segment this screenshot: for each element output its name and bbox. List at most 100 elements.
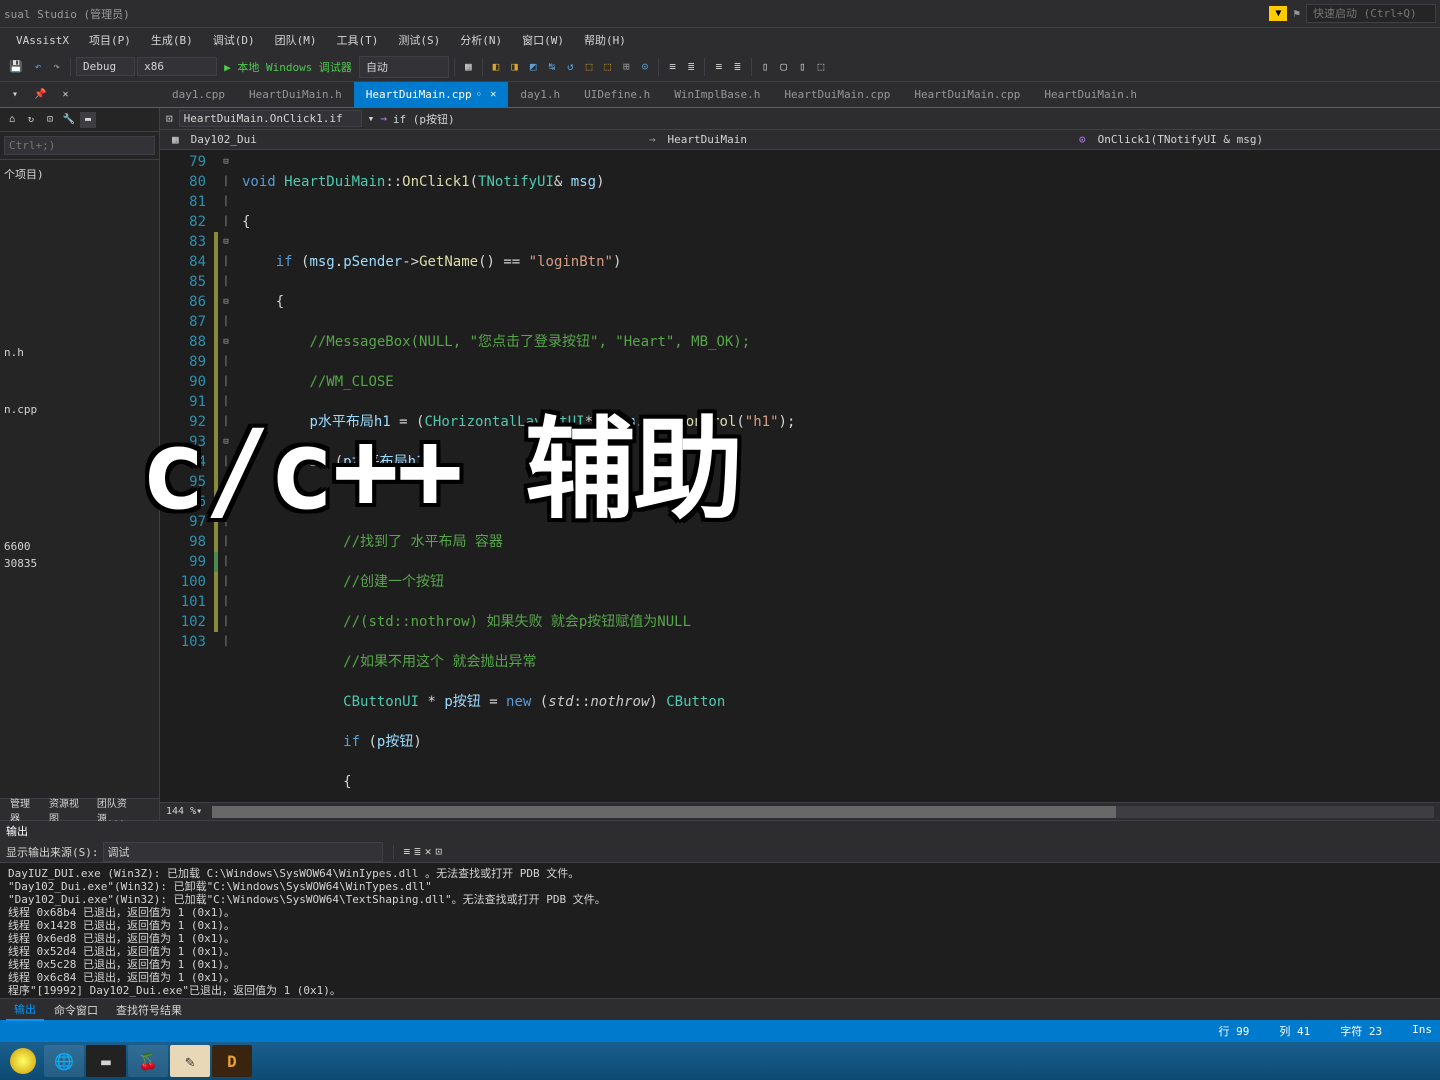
separator [751, 58, 752, 76]
menu-vassistx[interactable]: VAssistX [8, 32, 77, 49]
tab-output[interactable]: 输出 [6, 999, 44, 1021]
properties-icon[interactable]: ▬ [80, 112, 96, 128]
dropdown-icon[interactable]: ▾ [368, 112, 375, 125]
tab-winimplbase-h[interactable]: WinImplBase.h [662, 82, 772, 107]
document-tabs: ▾ 📌 ✕ day1.cpp HeartDuiMain.h HeartDuiMa… [0, 82, 1440, 108]
zoom-level[interactable]: 144 % [166, 806, 196, 817]
taskbar-app[interactable]: ✎ [170, 1045, 210, 1077]
menu-debug[interactable]: 调试(D) [205, 30, 263, 50]
taskbar-app[interactable]: D [212, 1045, 252, 1077]
status-col: 列 41 [1279, 1023, 1310, 1039]
toolbar-icon[interactable]: ≡ [710, 57, 727, 76]
filter-icon[interactable]: ⊡ [42, 112, 58, 128]
pin-icon[interactable]: 📌 [26, 87, 54, 102]
tab-day1-h[interactable]: day1.h [508, 82, 572, 107]
zoom-dropdown-icon[interactable]: ▾ [196, 806, 202, 817]
status-char: 字符 23 [1340, 1023, 1382, 1039]
project-icon: ▦ [166, 133, 185, 146]
toolbar-icon[interactable]: ▯ [794, 57, 811, 76]
tab-heartduimain-cpp[interactable]: HeartDuiMain.cpp◦✕ [354, 82, 509, 107]
menu-project[interactable]: 项目(P) [81, 30, 139, 50]
sidebar-item[interactable]: n.h [4, 344, 155, 361]
status-line: 行 99 [1219, 1023, 1250, 1039]
taskbar-app[interactable]: 🍒 [128, 1045, 168, 1077]
config-dropdown[interactable]: Debug [76, 57, 135, 76]
solution-root[interactable]: 个项目) [4, 164, 155, 184]
output-title: 输出 [0, 821, 1440, 841]
tab-modified-icon: ◦ [476, 88, 483, 101]
toolbar-icon[interactable]: ≣ [729, 57, 746, 76]
tab-heartduimain-cpp-2[interactable]: HeartDuiMain.cpp [772, 82, 902, 107]
auto-dropdown[interactable]: 自动 [359, 56, 449, 78]
close-icon[interactable]: ✕ [54, 87, 76, 102]
toolbar-icon[interactable]: ▯ [757, 57, 774, 76]
nav-class[interactable]: HeartDuiMain [661, 133, 752, 146]
output-icon[interactable]: ≣ [414, 845, 421, 858]
menu-team[interactable]: 团队(M) [267, 30, 325, 50]
notification-badge[interactable]: ▼ [1269, 6, 1287, 21]
quick-launch-input[interactable] [1306, 4, 1436, 23]
code-text-area[interactable]: 7980818283848586878889909192939495969798… [160, 150, 1440, 802]
toolbar-icon[interactable]: ↹ [543, 57, 560, 76]
tab-find-symbol[interactable]: 查找符号结果 [108, 1000, 190, 1020]
toolbar-icon[interactable]: ◨ [506, 57, 523, 76]
save-icon[interactable]: 💾 [4, 57, 28, 76]
toolbar-icon[interactable]: ⬚ [581, 57, 598, 76]
tab-heartduimain-cpp-3[interactable]: HeartDuiMain.cpp [902, 82, 1032, 107]
output-icon[interactable]: ⊡ [435, 845, 442, 858]
toolbar-icon[interactable]: ◧ [488, 57, 505, 76]
panel-dropdown-icon[interactable]: ▾ [4, 87, 26, 102]
tab-heartduimain-h[interactable]: HeartDuiMain.h [237, 82, 354, 107]
toolbar-icon[interactable]: ▦ [460, 57, 477, 76]
output-panel: 输出 显示输出来源(S): 调试 ≡ ≣ ✕ ⊡ DayIUZ_DUI.exe … [0, 820, 1440, 1020]
menu-analyze[interactable]: 分析(N) [452, 30, 510, 50]
nav-method[interactable]: OnClick1(TNotifyUI & msg) [1092, 133, 1270, 146]
toolbar-icon[interactable]: ⊙ [637, 57, 654, 76]
taskbar-app[interactable] [10, 1048, 36, 1074]
horizontal-scrollbar[interactable] [212, 806, 1434, 818]
platform-dropdown[interactable]: x86 [137, 57, 217, 76]
taskbar-app[interactable]: ▬ [86, 1045, 126, 1077]
output-text[interactable]: DayIUZ_DUI.exe (Win3Z): 已加载 C:\Windows\S… [0, 863, 1440, 998]
breadcrumb-expr[interactable]: if (p按钮) [393, 111, 455, 127]
tab-day1-cpp[interactable]: day1.cpp [160, 82, 237, 107]
redo-icon[interactable]: ↷ [48, 57, 65, 76]
toolbar-icon[interactable]: ⬚ [599, 57, 616, 76]
window-title: sual Studio (管理员) [4, 6, 130, 22]
tab-uidefine-h[interactable]: UIDefine.h [572, 82, 662, 107]
line-numbers: 7980818283848586878889909192939495969798… [160, 150, 214, 802]
menu-tools[interactable]: 工具(T) [328, 30, 386, 50]
fold-gutter[interactable]: ⊟│││⊟││⊟│⊟││││⊟││││││││││ [218, 150, 234, 802]
feedback-icon[interactable]: ⚑ [1293, 7, 1300, 20]
toolbar-icon[interactable]: ≡ [664, 57, 681, 76]
nav-project[interactable]: Day102_Dui [185, 133, 263, 146]
output-source-dropdown[interactable]: 调试 [103, 842, 383, 862]
wrench-icon[interactable]: 🔧 [61, 112, 77, 128]
menu-test[interactable]: 测试(S) [390, 30, 448, 50]
toolbar-icon[interactable]: ⊞ [618, 57, 635, 76]
taskbar-app[interactable]: 🌐 [44, 1045, 84, 1077]
menu-build[interactable]: 生成(B) [143, 30, 201, 50]
output-icon[interactable]: ✕ [425, 845, 432, 858]
toolbar-icon[interactable]: ⬚ [813, 57, 830, 76]
toolbar-icon[interactable]: ▢ [775, 57, 792, 76]
sidebar-item[interactable]: n.cpp [4, 401, 155, 418]
tab-command[interactable]: 命令窗口 [46, 1000, 106, 1020]
refresh-icon[interactable]: ↻ [23, 112, 39, 128]
tab-heartduimain-h-2[interactable]: HeartDuiMain.h [1032, 82, 1149, 107]
undo-icon[interactable]: ↶ [30, 57, 47, 76]
toolbar-icon[interactable]: ≣ [683, 57, 700, 76]
toolbar-icon[interactable]: ◩ [525, 57, 542, 76]
menu-help[interactable]: 帮助(H) [576, 30, 634, 50]
solution-search-input[interactable] [4, 136, 155, 155]
scope-dropdown[interactable]: HeartDuiMain.OnClick1.if [179, 110, 362, 127]
toolbar-icon[interactable]: ↺ [562, 57, 579, 76]
close-icon[interactable]: ✕ [490, 89, 496, 100]
separator [70, 58, 71, 76]
home-icon[interactable]: ⌂ [4, 112, 20, 128]
separator [393, 845, 394, 859]
method-icon: ⊙ [1073, 133, 1092, 146]
start-debug-button[interactable]: ▶ 本地 Windows 调试器 [219, 56, 357, 78]
menu-window[interactable]: 窗口(W) [514, 30, 572, 50]
output-icon[interactable]: ≡ [404, 845, 411, 858]
